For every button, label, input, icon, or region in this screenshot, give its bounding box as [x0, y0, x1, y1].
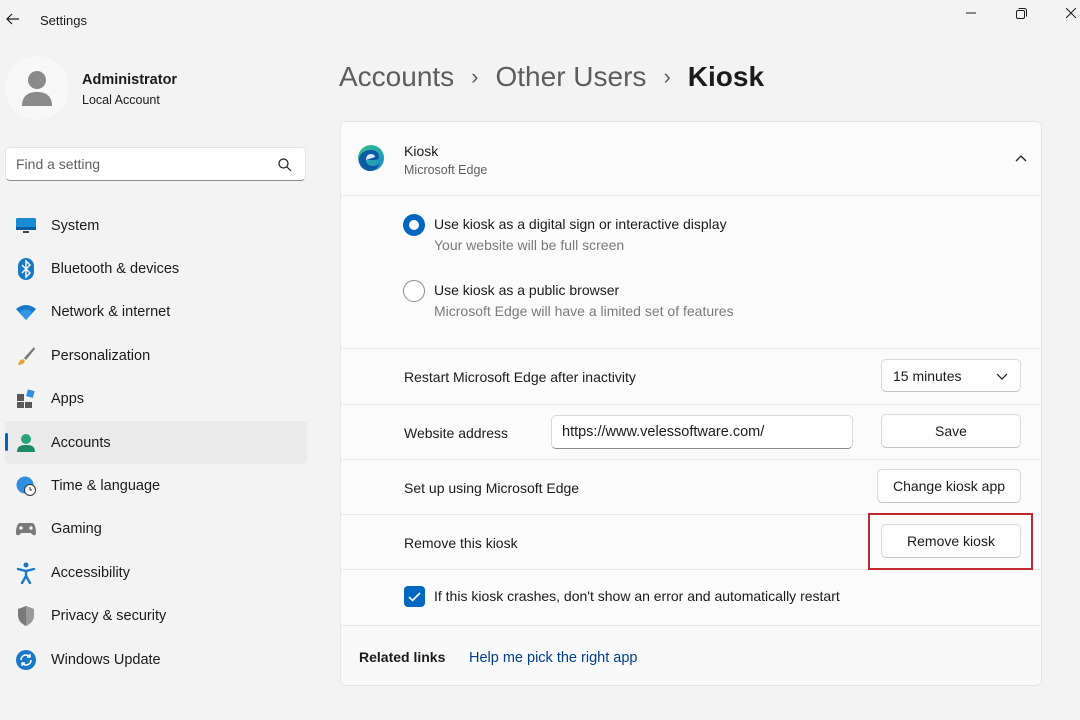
restart-setting-row: Restart Microsoft Edge after inactivity …	[341, 349, 1041, 405]
sidebar-item-windows-update[interactable]: Windows Update	[5, 638, 307, 681]
kiosk-app-name: Microsoft Edge	[404, 163, 488, 177]
account-type: Local Account	[82, 93, 160, 107]
sidebar-item-system[interactable]: System	[5, 204, 307, 247]
sidebar-item-label: System	[51, 217, 100, 234]
sidebar-item-network[interactable]: Network & internet	[5, 291, 307, 334]
option-label: Use kiosk as a public browser	[434, 282, 620, 298]
monitor-icon	[15, 215, 37, 237]
website-setting-row: Website address Save	[341, 405, 1041, 460]
title-bar: Settings	[0, 0, 1080, 40]
app-title: Settings	[40, 13, 87, 28]
sidebar-item-accessibility[interactable]: Accessibility	[5, 551, 307, 594]
chevron-up-icon	[1015, 155, 1027, 162]
sidebar-item-label: Apps	[51, 391, 85, 408]
remove-setting-row: Remove this kiosk Remove kiosk	[341, 515, 1041, 570]
sidebar-item-label: Bluetooth & devices	[51, 261, 180, 278]
kiosk-mode-options: Use kiosk as a digital sign or interacti…	[341, 196, 1041, 349]
back-button[interactable]	[4, 8, 22, 30]
sidebar-item-gaming[interactable]: Gaming	[5, 508, 307, 551]
breadcrumb-accounts[interactable]: Accounts	[339, 61, 454, 93]
remove-label: Remove this kiosk	[404, 535, 518, 551]
user-avatar-icon	[22, 71, 52, 106]
sidebar-item-label: Time & language	[51, 478, 161, 495]
option-description: Microsoft Edge will have a limited set o…	[434, 303, 734, 319]
chevron-down-icon	[996, 373, 1008, 380]
checkmark-icon	[408, 591, 421, 602]
restart-label: Restart Microsoft Edge after inactivity	[404, 369, 636, 385]
search-input[interactable]	[16, 155, 266, 173]
save-button[interactable]: Save	[881, 414, 1021, 448]
minimize-icon	[966, 12, 976, 14]
setup-setting-row: Set up using Microsoft Edge Change kiosk…	[341, 460, 1041, 515]
arrow-left-icon	[6, 13, 19, 25]
edge-icon	[358, 145, 384, 171]
sidebar-item-label: Accounts	[51, 434, 111, 451]
close-button[interactable]	[1051, 0, 1080, 26]
sidebar-nav: System Bluetooth & devices Network & int…	[5, 204, 307, 681]
website-label: Website address	[404, 425, 509, 441]
globe-clock-icon	[15, 475, 37, 497]
inactivity-dropdown[interactable]: 15 minutes	[881, 359, 1021, 392]
dropdown-value: 15 minutes	[893, 368, 962, 384]
restore-button[interactable]	[1001, 0, 1041, 26]
page-title: Kiosk	[687, 61, 765, 92]
update-icon	[15, 649, 37, 671]
crash-setting-row: If this kiosk crashes, don't show an err…	[341, 570, 1041, 626]
option-description: Your website will be full screen	[434, 237, 625, 253]
sidebar-item-accounts[interactable]: Accounts	[5, 420, 307, 465]
breadcrumb-separator: ›	[471, 64, 479, 89]
breadcrumb: Accounts › Other Users › Kiosk	[339, 57, 764, 97]
crash-restart-checkbox[interactable]	[404, 586, 425, 607]
sidebar-item-label: Network & internet	[51, 304, 171, 321]
website-address-input[interactable]	[551, 415, 853, 449]
wifi-icon	[15, 301, 37, 323]
close-icon	[1066, 8, 1076, 18]
change-kiosk-app-button[interactable]: Change kiosk app	[877, 469, 1021, 503]
breadcrumb-other-users[interactable]: Other Users	[496, 61, 647, 93]
sidebar-item-apps[interactable]: Apps	[5, 378, 307, 421]
avatar	[5, 56, 69, 120]
related-links-title: Related links	[359, 649, 446, 665]
setup-label: Set up using Microsoft Edge	[404, 480, 580, 496]
minimize-button[interactable]	[951, 0, 991, 26]
person-icon	[15, 432, 37, 454]
search-box	[5, 147, 306, 181]
sidebar-item-personalization[interactable]: Personalization	[5, 334, 307, 377]
sidebar-item-label: Windows Update	[51, 651, 161, 668]
radio-public-browser[interactable]	[403, 280, 425, 302]
bluetooth-icon	[15, 258, 37, 281]
breadcrumb-separator: ›	[663, 64, 671, 89]
sidebar-item-label: Accessibility	[51, 564, 130, 581]
sidebar-item-label: Privacy & security	[51, 608, 167, 625]
sidebar-item-privacy[interactable]: Privacy & security	[5, 595, 307, 638]
brush-icon	[15, 345, 37, 367]
crash-restart-label: If this kiosk crashes, don't show an err…	[434, 588, 840, 604]
restore-icon	[1015, 7, 1027, 19]
remove-kiosk-button[interactable]: Remove kiosk	[881, 524, 1021, 558]
help-pick-app-link[interactable]: Help me pick the right app	[469, 650, 637, 666]
sidebar-item-bluetooth[interactable]: Bluetooth & devices	[5, 247, 307, 290]
kiosk-card: Kiosk Microsoft Edge Use kiosk as a digi…	[340, 121, 1042, 686]
sidebar-item-time-language[interactable]: Time & language	[5, 464, 307, 507]
kiosk-title: Kiosk	[404, 143, 439, 159]
accessibility-icon	[15, 562, 37, 584]
user-name: Administrator	[82, 72, 178, 88]
apps-icon	[15, 388, 37, 410]
related-links: Related links Help me pick the right app	[341, 626, 1041, 685]
collapse-button[interactable]	[1001, 138, 1041, 178]
kiosk-card-header[interactable]: Kiosk Microsoft Edge	[341, 122, 1041, 196]
radio-digital-sign[interactable]	[403, 214, 425, 236]
option-label: Use kiosk as a digital sign or interacti…	[434, 216, 727, 232]
search-icon[interactable]	[277, 157, 293, 173]
shield-icon	[15, 605, 37, 627]
sidebar-item-label: Personalization	[51, 347, 151, 364]
controller-icon	[15, 518, 37, 540]
sidebar-item-label: Gaming	[51, 521, 102, 538]
